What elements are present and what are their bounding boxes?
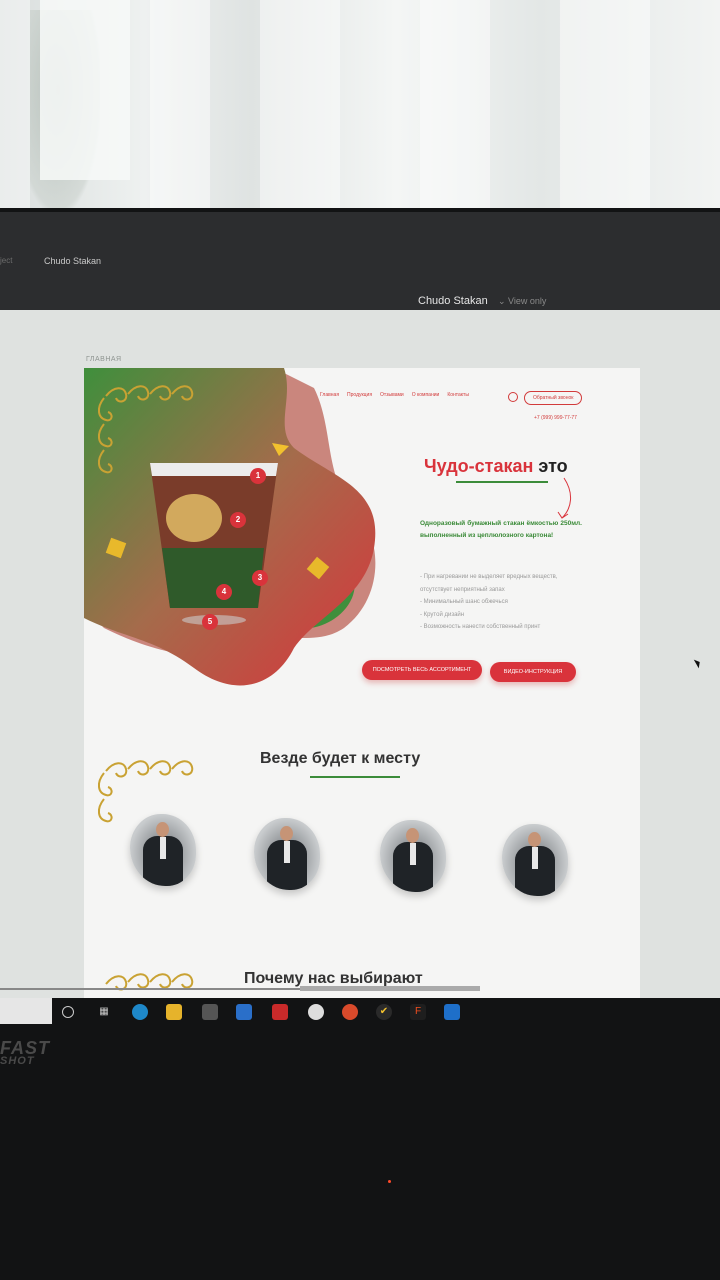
power-led bbox=[388, 1180, 391, 1183]
curtain-fold bbox=[560, 0, 650, 225]
curtain-fold bbox=[260, 0, 340, 225]
person-photo-2 bbox=[254, 818, 320, 890]
video-instruction-button[interactable]: ВИДЕО-ИНСТРУКЦИЯ bbox=[490, 662, 576, 682]
figma-icon[interactable]: F bbox=[410, 1004, 426, 1020]
chrome-icon[interactable] bbox=[342, 1004, 358, 1020]
cup-badge-3[interactable]: 3 bbox=[252, 570, 268, 586]
fast-shot-watermark: FAST SHOT bbox=[0, 1038, 50, 1067]
cup-badge-4[interactable]: 4 bbox=[216, 584, 232, 600]
nav-item-products[interactable]: Продукция bbox=[347, 392, 372, 398]
cortana-icon[interactable] bbox=[62, 1006, 74, 1018]
horizontal-scrollbar[interactable] bbox=[0, 986, 480, 992]
arrow-icon bbox=[557, 477, 571, 519]
curtain-fold bbox=[0, 0, 30, 225]
person-photo-4 bbox=[502, 824, 568, 896]
main-nav: Главная Продукция Отзывами О компании Ко… bbox=[320, 392, 469, 398]
person-photo-3 bbox=[380, 820, 446, 892]
view-catalog-button[interactable]: ПОСМОТРЕТЬ ВЕСЬ АССОРТИМЕНТ bbox=[362, 660, 482, 680]
app-red-icon[interactable] bbox=[272, 1004, 288, 1020]
search-icon[interactable] bbox=[508, 392, 518, 402]
vscode-icon[interactable] bbox=[444, 1004, 460, 1020]
curtain-fold bbox=[150, 0, 210, 225]
person-photo-1 bbox=[130, 814, 196, 886]
nav-item-home[interactable]: Главная bbox=[320, 392, 339, 398]
page-frame[interactable]: 1 2 3 4 5 Главная Продукция Отзывами О к… bbox=[84, 368, 640, 998]
figma-topbar bbox=[0, 212, 720, 316]
task-view-icon[interactable]: ▦ bbox=[96, 1004, 112, 1020]
section-title-everywhere: Везде будет к месту bbox=[260, 750, 421, 767]
mail-icon[interactable] bbox=[236, 1004, 252, 1020]
norton-icon[interactable]: ✔ bbox=[376, 1004, 392, 1020]
store-icon[interactable] bbox=[202, 1004, 218, 1020]
search-box[interactable] bbox=[0, 998, 52, 1024]
bullet-item: - При нагревании не выделяет вредных вещ… bbox=[420, 574, 558, 593]
cup-badge-1[interactable]: 1 bbox=[250, 468, 266, 484]
curtain-fold bbox=[420, 0, 490, 225]
hero-subtitle: Одноразовый бумажный стакан ёмкостью 250… bbox=[420, 520, 582, 539]
chevron-down-icon: ⌄ bbox=[498, 296, 509, 306]
section-underline bbox=[310, 776, 400, 778]
edge-icon[interactable] bbox=[132, 1004, 148, 1020]
cup-badge-2[interactable]: 2 bbox=[230, 512, 246, 528]
nav-item-about[interactable]: О компании bbox=[412, 392, 440, 398]
file-name[interactable]: Chudo Stakan bbox=[418, 295, 488, 307]
bullet-item: - Крутой дизайн bbox=[420, 611, 465, 618]
hero-title: Чудо-стакан это bbox=[424, 456, 568, 477]
hero-title-dark: это bbox=[538, 456, 568, 476]
xbox-icon[interactable] bbox=[308, 1004, 324, 1020]
bullet-item: - Возможность нанести собственный принт bbox=[420, 624, 541, 630]
view-only-label[interactable]: ⌄ View only bbox=[498, 296, 546, 307]
title-underline bbox=[456, 481, 548, 483]
file-explorer-icon[interactable] bbox=[166, 1004, 182, 1020]
phone-number[interactable]: +7 (999) 999-77-77 bbox=[534, 415, 577, 421]
cup-badge-5[interactable]: 5 bbox=[202, 614, 218, 630]
room-background bbox=[0, 0, 720, 225]
nav-item-contacts[interactable]: Контакты bbox=[447, 392, 469, 398]
bullet-item: - Минимальный шанс обжечься bbox=[420, 599, 508, 605]
tab-chudo-stakan[interactable]: Chudo Stakan bbox=[44, 256, 101, 266]
window-glare bbox=[40, 0, 130, 180]
hero-bullets: - При нагревании не выделяет вредных вещ… bbox=[420, 571, 582, 634]
scroll-thumb[interactable] bbox=[300, 986, 480, 991]
frame-label[interactable]: ГЛАВНАЯ bbox=[86, 356, 122, 363]
view-mode: View only bbox=[508, 296, 547, 306]
hero-title-red: Чудо-стакан bbox=[424, 456, 534, 476]
ornament-middle bbox=[98, 760, 194, 823]
faded-tab[interactable]: ject bbox=[0, 256, 12, 265]
callback-button[interactable]: Обратный звонок bbox=[524, 391, 583, 405]
nav-item-reviews[interactable]: Отзывами bbox=[380, 392, 404, 398]
